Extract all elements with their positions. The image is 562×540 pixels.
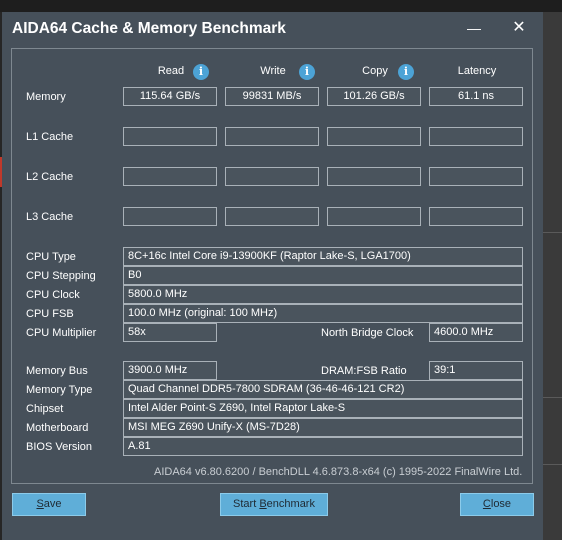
memory-write-value: 99831 MB/s (225, 87, 319, 106)
dram-fsb-ratio-value: 39:1 (429, 361, 523, 380)
cpu-clock-label: CPU Clock (26, 289, 80, 301)
l2-read-value (123, 167, 217, 186)
row-label-l2: L2 Cache (26, 171, 74, 183)
start-benchmark-button[interactable]: Start Benchmark (220, 493, 328, 516)
cpu-type-value: 8C+16c Intel Core i9-13900KF (Raptor Lak… (123, 247, 523, 266)
memory-copy-value: 101.26 GB/s (327, 87, 421, 106)
cpu-stepping-label: CPU Stepping (26, 270, 96, 282)
cpu-type-label: CPU Type (26, 251, 76, 263)
close-button[interactable]: Close (460, 493, 534, 516)
footer-copyright: AIDA64 v6.80.6200 / BenchDLL 4.6.873.8-x… (154, 466, 523, 478)
memory-type-label: Memory Type (26, 384, 93, 396)
bios-version-value: A.81 (123, 437, 523, 456)
l3-latency-value (429, 207, 523, 226)
l2-write-value (225, 167, 319, 186)
info-icon[interactable]: i (193, 64, 209, 80)
chipset-label: Chipset (26, 403, 64, 415)
nb-clock-value: 4600.0 MHz (429, 323, 523, 342)
start-button-mnemonic: B (259, 498, 267, 510)
chipset-value: Intel Alder Point-S Z690, Intel Raptor L… (123, 399, 523, 418)
motherboard-label: Motherboard (26, 422, 89, 434)
row-label-memory: Memory (26, 91, 66, 103)
background-right (543, 12, 562, 540)
cpu-multiplier-label: CPU Multiplier (26, 327, 97, 339)
dram-fsb-ratio-label: DRAM:FSB Ratio (321, 365, 407, 377)
memory-bus-label: Memory Bus (26, 365, 88, 377)
l3-write-value (225, 207, 319, 226)
results-panel: Read i Write i Copy i Latency Memory 115… (11, 48, 533, 484)
l1-write-value (225, 127, 319, 146)
title-bar[interactable]: AIDA64 Cache & Memory Benchmark — ✕ (2, 12, 543, 46)
motherboard-value: MSI MEG Z690 Unify-X (MS-7D28) (123, 418, 523, 437)
close-icon[interactable]: ✕ (507, 16, 531, 40)
l2-latency-value (429, 167, 523, 186)
save-button[interactable]: Save (12, 493, 86, 516)
memory-read-value: 115.64 GB/s (123, 87, 217, 106)
start-button-label-pre: Start (233, 498, 260, 510)
start-button-label-rest: enchmark (266, 498, 315, 510)
memory-latency-value: 61.1 ns (429, 87, 523, 106)
header-latency: Latency (457, 65, 497, 77)
cpu-multiplier-value: 58x (123, 323, 217, 342)
l1-copy-value (327, 127, 421, 146)
window-title: AIDA64 Cache & Memory Benchmark (12, 20, 286, 37)
l1-latency-value (429, 127, 523, 146)
bios-version-label: BIOS Version (26, 441, 93, 453)
minimize-icon[interactable]: — (462, 16, 486, 40)
info-icon[interactable]: i (398, 64, 414, 80)
row-label-l3: L3 Cache (26, 211, 74, 223)
row-label-l1: L1 Cache (26, 131, 74, 143)
save-button-mnemonic: S (36, 498, 44, 510)
close-button-mnemonic: C (482, 498, 491, 510)
cpu-clock-value: 5800.0 MHz (123, 285, 523, 304)
l1-read-value (123, 127, 217, 146)
close-button-label: lose (490, 498, 512, 510)
cpu-fsb-label: CPU FSB (26, 308, 74, 320)
benchmark-window: AIDA64 Cache & Memory Benchmark — ✕ Read… (2, 12, 543, 540)
memory-type-value: Quad Channel DDR5-7800 SDRAM (36-46-46-1… (123, 380, 523, 399)
nb-clock-label: North Bridge Clock (321, 327, 414, 339)
cpu-stepping-value: B0 (123, 266, 523, 285)
memory-bus-value: 3900.0 MHz (123, 361, 217, 380)
l3-copy-value (327, 207, 421, 226)
l3-read-value (123, 207, 217, 226)
cpu-fsb-value: 100.0 MHz (original: 100 MHz) (123, 304, 523, 323)
background-top (0, 0, 562, 12)
save-button-label: ave (43, 498, 62, 510)
l2-copy-value (327, 167, 421, 186)
info-icon[interactable]: i (299, 64, 315, 80)
